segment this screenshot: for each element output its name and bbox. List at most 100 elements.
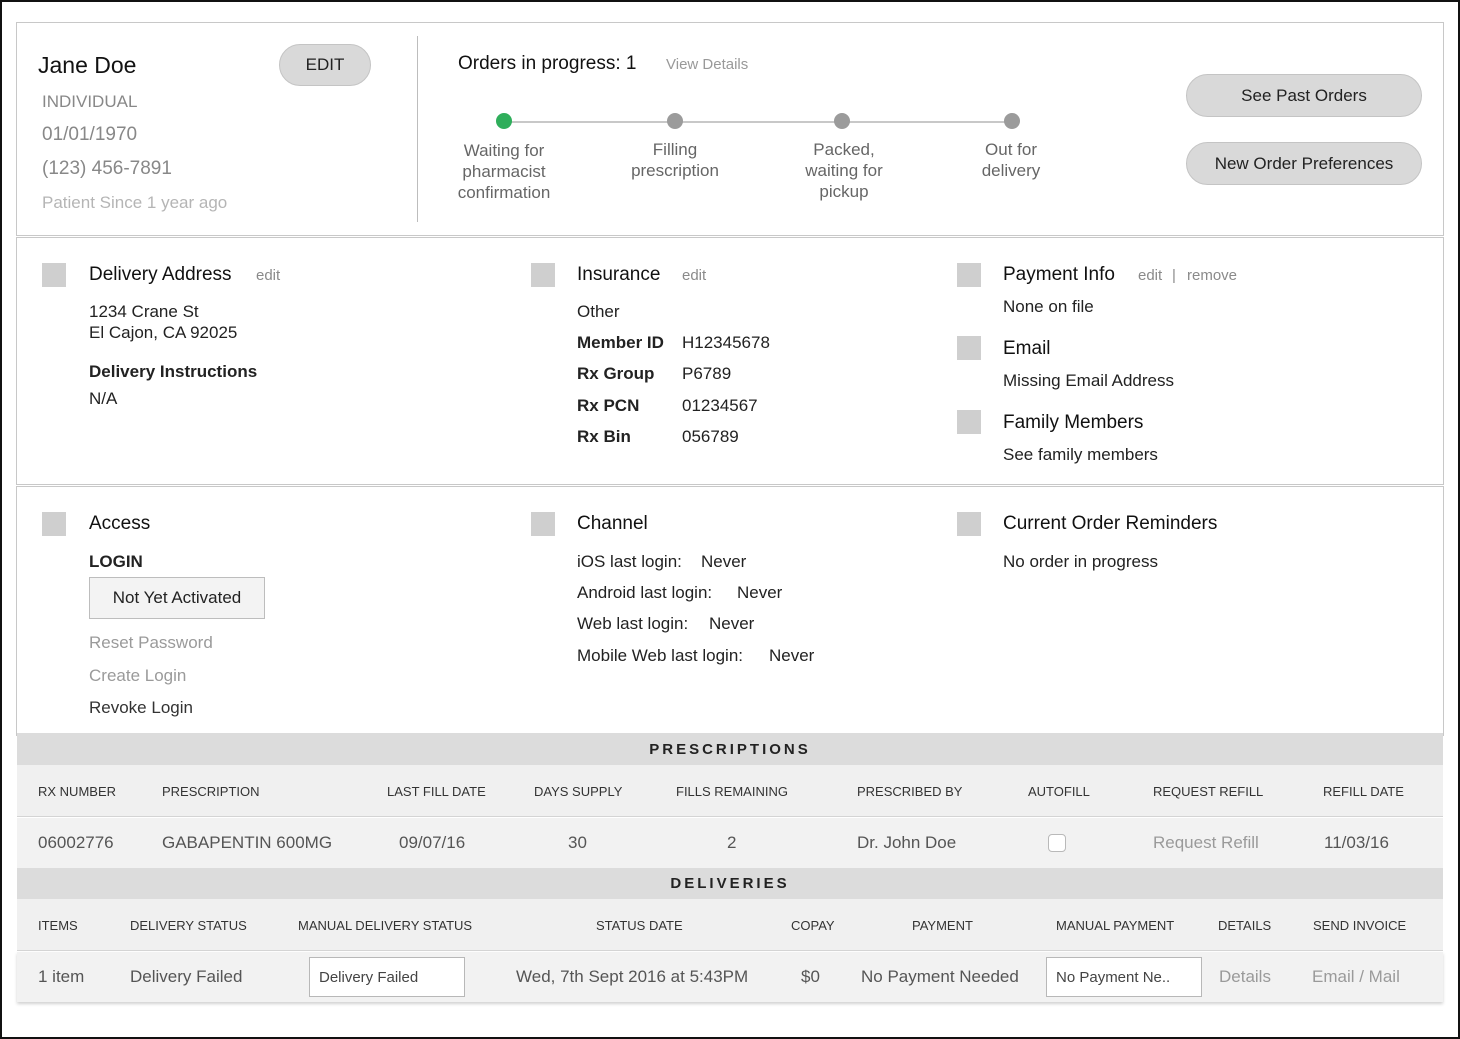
step-1-label: Waiting for pharmacist confirmation <box>457 141 551 202</box>
manual-delivery-status-select[interactable]: Delivery Failed <box>309 957 465 997</box>
channel-checkbox[interactable] <box>531 512 555 536</box>
revoke-login-link[interactable]: Revoke Login <box>89 698 193 718</box>
reminders-checkbox[interactable] <box>957 512 981 536</box>
col-prescribed-by[interactable]: PRESCRIBED BY <box>857 784 962 799</box>
channel-title: Channel <box>577 513 648 534</box>
ios-login-value: Never <box>701 552 747 571</box>
col-copay[interactable]: COPAY <box>791 918 835 933</box>
send-invoice-link[interactable]: Email / Mail <box>1312 967 1400 987</box>
new-order-preferences-button[interactable]: New Order Preferences <box>1186 142 1422 185</box>
access-card: Access LOGIN Not Yet Activated Reset Pas… <box>16 486 1444 736</box>
edit-patient-button[interactable]: EDIT <box>279 44 371 86</box>
reset-password-link[interactable]: Reset Password <box>89 633 213 653</box>
view-details-link[interactable]: View Details <box>666 56 748 73</box>
access-title: Access <box>89 513 151 534</box>
payment-edit-link[interactable]: edit <box>1138 267 1162 284</box>
insurance-edit-link[interactable]: edit <box>682 267 706 284</box>
patient-info-card: Delivery Address edit 1234 Crane St El C… <box>16 237 1444 485</box>
delivery-edit-link[interactable]: edit <box>256 267 280 284</box>
delivery-status-cell: Delivery Failed <box>130 967 243 986</box>
col-items[interactable]: ITEMS <box>38 918 78 933</box>
deliveries-header-row: ITEMS DELIVERY STATUS MANUAL DELIVERY ST… <box>17 899 1443 951</box>
member-id-label: Member ID <box>577 333 664 352</box>
android-login-label: Android last login: <box>577 583 713 602</box>
see-past-orders-button[interactable]: See Past Orders <box>1186 74 1422 117</box>
col-autofill[interactable]: AUTOFILL <box>1028 784 1090 799</box>
order-reminders-value: No order in progress <box>1003 552 1158 571</box>
payment-link-separator: | <box>1172 267 1176 284</box>
prescribed-by-cell: Dr. John Doe <box>857 833 957 852</box>
col-payment[interactable]: PAYMENT <box>912 918 973 933</box>
address-line-2: El Cajon, CA 92025 <box>89 323 238 342</box>
autofill-checkbox[interactable] <box>1048 834 1066 852</box>
last-fill-date-cell: 09/07/16 <box>399 833 466 852</box>
col-status-date[interactable]: STATUS DATE <box>596 918 683 933</box>
table-row[interactable]: 06002776 GABAPENTIN 600MG 09/07/16 30 2 … <box>17 818 1443 868</box>
login-status-button[interactable]: Not Yet Activated <box>89 577 265 619</box>
col-manual-delivery-status[interactable]: MANUAL DELIVERY STATUS <box>298 918 472 933</box>
delivery-instructions-value: N/A <box>89 389 118 408</box>
step-3-dot <box>834 113 850 129</box>
header-divider <box>417 36 418 222</box>
android-login-value: Never <box>737 583 783 602</box>
deliveries-title-bar: DELIVERIES <box>17 868 1443 899</box>
patient-name: Jane Doe <box>38 52 137 78</box>
web-login-value: Never <box>709 614 755 633</box>
col-fills-remaining[interactable]: FILLS REMAINING <box>676 784 788 799</box>
rx-group-label: Rx Group <box>577 364 655 383</box>
step-2-label: Filling prescription <box>631 140 719 180</box>
payment-checkbox[interactable] <box>957 263 981 287</box>
email-checkbox[interactable] <box>957 336 981 360</box>
rx-number-cell: 06002776 <box>38 833 114 852</box>
rx-pcn-value: 01234567 <box>682 396 758 415</box>
step-1-dot <box>496 113 512 129</box>
insurance-title: Insurance <box>577 264 661 285</box>
col-rx-number[interactable]: RX NUMBER <box>38 784 116 799</box>
insurance-plan: Other <box>577 302 620 321</box>
member-id-value: H12345678 <box>682 333 770 352</box>
payment-remove-link[interactable]: remove <box>1187 267 1237 284</box>
col-days-supply[interactable]: DAYS SUPPLY <box>534 784 622 799</box>
request-refill-link[interactable]: Request Refill <box>1153 833 1259 853</box>
prescriptions-title-bar: PRESCRIPTIONS <box>17 733 1443 765</box>
patient-type: INDIVIDUAL <box>42 92 138 111</box>
details-link[interactable]: Details <box>1219 967 1271 987</box>
rx-bin-label: Rx Bin <box>577 427 631 446</box>
web-login-label: Web last login: <box>577 614 689 633</box>
col-request-refill[interactable]: REQUEST REFILL <box>1153 784 1263 799</box>
rx-bin-value: 056789 <box>682 427 739 446</box>
delivery-checkbox[interactable] <box>42 263 66 287</box>
col-last-fill-date[interactable]: LAST FILL DATE <box>387 784 486 799</box>
family-checkbox[interactable] <box>957 410 981 434</box>
ios-login-label: iOS last login: <box>577 552 682 571</box>
fills-remaining-cell: 2 <box>727 833 737 852</box>
orders-in-progress-title: Orders in progress: 1 <box>458 53 637 74</box>
delivery-instructions-label: Delivery Instructions <box>89 362 258 381</box>
col-delivery-status[interactable]: DELIVERY STATUS <box>130 918 247 933</box>
step-4-dot <box>1004 113 1020 129</box>
delivery-address-title: Delivery Address <box>89 264 232 285</box>
progress-track <box>506 121 1015 123</box>
insurance-checkbox[interactable] <box>531 263 555 287</box>
col-manual-payment[interactable]: MANUAL PAYMENT <box>1056 918 1174 933</box>
col-details[interactable]: DETAILS <box>1218 918 1271 933</box>
col-prescription[interactable]: PRESCRIPTION <box>162 784 260 799</box>
status-date-cell: Wed, 7th Sept 2016 at 5:43PM <box>516 967 749 986</box>
see-family-members-link[interactable]: See family members <box>1003 445 1158 465</box>
step-4-label: Out for delivery <box>981 140 1041 180</box>
create-login-link[interactable]: Create Login <box>89 666 186 686</box>
table-row[interactable]: 1 item Delivery Failed Delivery Failed W… <box>17 952 1443 1002</box>
prescription-cell: GABAPENTIN 600MG <box>162 833 333 852</box>
order-reminders-title: Current Order Reminders <box>1003 513 1218 534</box>
prescriptions-header-row: RX NUMBER PRESCRIPTION LAST FILL DATE DA… <box>17 765 1443 817</box>
mobile-web-login-value: Never <box>769 646 815 665</box>
address-line-1: 1234 Crane St <box>89 302 199 321</box>
step-2-dot <box>667 113 683 129</box>
manual-payment-select[interactable]: No Payment Ne.. <box>1046 957 1202 997</box>
access-checkbox[interactable] <box>42 512 66 536</box>
payment-cell: No Payment Needed <box>861 967 1019 986</box>
items-cell: 1 item <box>38 967 85 986</box>
col-send-invoice[interactable]: SEND INVOICE <box>1313 918 1406 933</box>
days-supply-cell: 30 <box>568 833 587 852</box>
col-refill-date[interactable]: REFILL DATE <box>1323 784 1404 799</box>
